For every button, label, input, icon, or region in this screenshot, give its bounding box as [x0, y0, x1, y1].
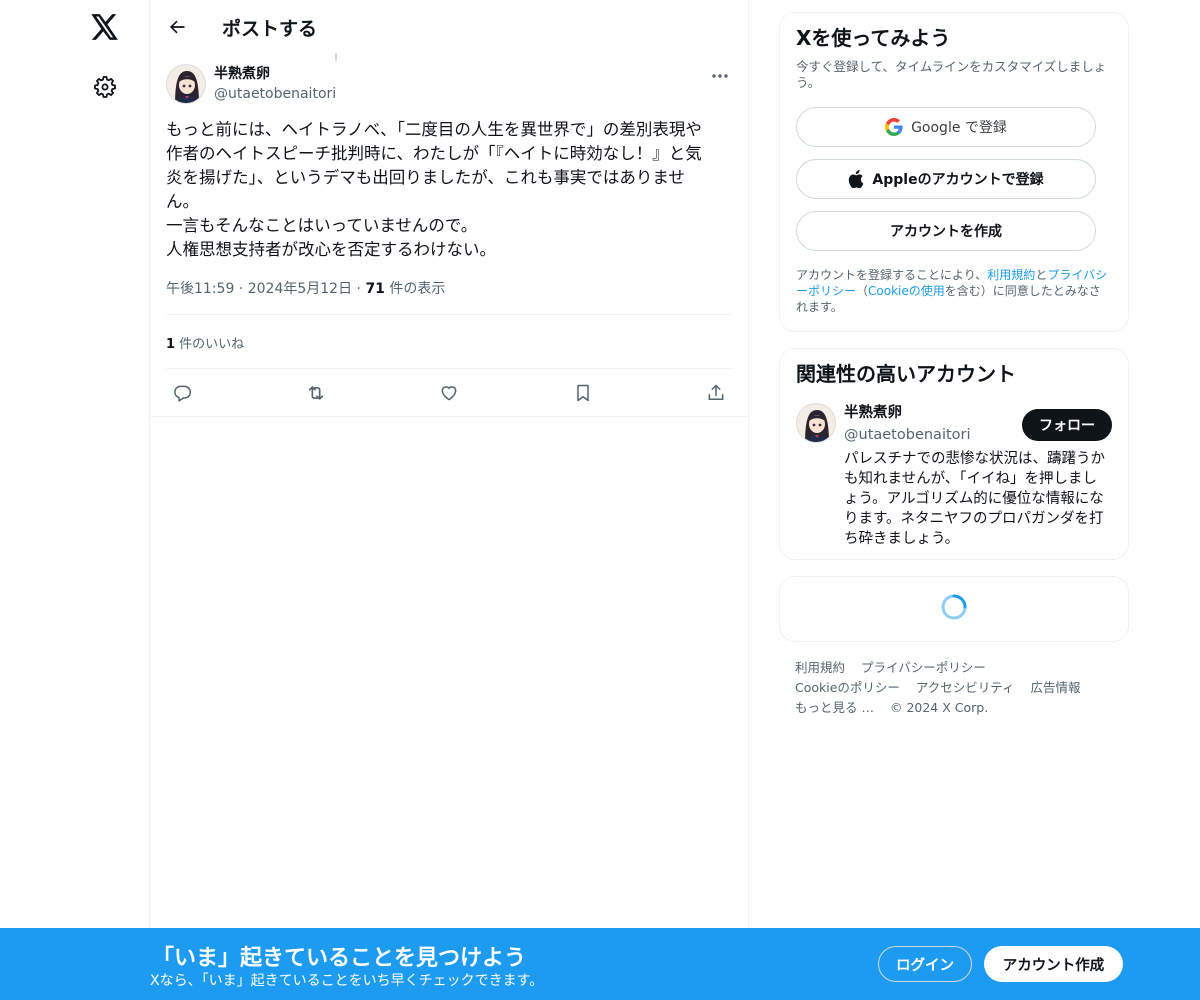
likes-count: 1: [166, 337, 176, 352]
apple-signup-button[interactable]: Appleのアカウントで登録: [796, 159, 1096, 199]
main-column: ポストする 半熟煮卵 @utaetobenaitori もっと前には、ヘイトラノ…: [150, 0, 749, 1000]
avatar[interactable]: [796, 403, 836, 443]
avatar[interactable]: [166, 64, 206, 104]
signup-button[interactable]: アカウント作成: [984, 946, 1123, 982]
share-icon[interactable]: [704, 381, 728, 405]
post-time[interactable]: 午後11:59: [166, 281, 234, 297]
bottom-banner: 「いま」起きていることを見つけよう Xなら、「いま」起きていることをいち早くチェ…: [0, 928, 1200, 1000]
legal-notice: アカウントを登録することにより、利用規約とプライバシーポリシー（Cookieの使…: [796, 267, 1112, 315]
more-options-icon[interactable]: [708, 66, 732, 86]
post-actions: [150, 369, 748, 417]
related-accounts-card: 関連性の高いアカウント 半熟煮卵 @utaetobenaitori パレスチナで…: [779, 348, 1129, 560]
back-arrow-icon[interactable]: [164, 14, 190, 40]
views-label: 件の表示: [384, 281, 446, 297]
banner-subtitle: Xなら、「いま」起きていることをいち早くチェックできます。: [150, 973, 544, 989]
left-rail: [0, 0, 150, 1000]
loading-card: [779, 576, 1129, 642]
related-account[interactable]: 半熟煮卵 @utaetobenaitori パレスチナでの悲惨な状況は、躊躇うか…: [796, 403, 1112, 549]
footer-accessibility[interactable]: アクセシビリティ: [916, 680, 1015, 695]
thread-connector: [335, 53, 337, 61]
banner-title: 「いま」起きていることを見つけよう: [152, 946, 527, 971]
google-signup-label: Google で登録: [911, 120, 1007, 136]
footer-terms[interactable]: 利用規約: [795, 660, 845, 675]
login-button[interactable]: ログイン: [878, 946, 972, 982]
legal-prefix: アカウントを登録することにより、: [796, 268, 988, 282]
gear-icon[interactable]: [90, 72, 120, 102]
legal-and: と: [1035, 268, 1048, 282]
create-account-label: アカウントを作成: [890, 224, 1002, 240]
signup-title: Xを使ってみよう: [796, 26, 951, 50]
likes-label: 件のいいね: [175, 337, 245, 352]
cookie-link[interactable]: Cookieの使用: [868, 284, 945, 298]
follow-button[interactable]: フォロー: [1022, 409, 1112, 441]
post-text: もっと前には、ヘイトラノベ、「二度目の人生を異世界で」の差別表現や 作者のヘイト…: [166, 120, 702, 259]
author-text: 半熟煮卵 @utaetobenaitori: [214, 64, 336, 104]
google-icon: [885, 118, 903, 136]
apple-signup-label: Appleのアカウントで登録: [872, 172, 1044, 188]
footer-cookie[interactable]: Cookieのポリシー: [795, 680, 900, 695]
create-account-button[interactable]: アカウントを作成: [796, 211, 1096, 251]
google-signup-button[interactable]: Google で登録: [796, 107, 1096, 147]
footer-more[interactable]: もっと見る …: [795, 700, 874, 715]
legal-paren: （: [856, 284, 869, 298]
author-name[interactable]: 半熟煮卵: [214, 64, 336, 84]
post-author: 半熟煮卵 @utaetobenaitori: [166, 64, 732, 104]
likes-summary[interactable]: 1 件のいいね: [166, 315, 732, 369]
meta-separator: ·: [238, 281, 248, 297]
post: 半熟煮卵 @utaetobenaitori もっと前には、ヘイトラノベ、「二度目…: [150, 64, 748, 417]
post-date[interactable]: 2024年5月12日: [248, 281, 352, 297]
repost-icon[interactable]: [304, 381, 328, 405]
loading-spinner-icon: [941, 594, 967, 620]
signup-card: Xを使ってみよう 今すぐ登録して、タイムラインをカスタマイズしましょう。 Goo…: [779, 12, 1129, 332]
x-logo-icon[interactable]: [88, 10, 122, 44]
page-title: ポストする: [222, 17, 318, 40]
author-handle[interactable]: @utaetobenaitori: [214, 84, 336, 104]
footer-ads[interactable]: 広告情報: [1031, 680, 1081, 695]
signup-subtitle: 今すぐ登録して、タイムラインをカスタマイズしましょう。: [796, 59, 1107, 90]
right-sidebar: Xを使ってみよう 今すぐ登録して、タイムラインをカスタマイズしましょう。 Goo…: [779, 12, 1129, 718]
views-count: 71: [365, 281, 385, 297]
reply-icon[interactable]: [170, 381, 194, 405]
post-meta: 午後11:59 · 2024年5月12日 · 71 件の表示: [166, 278, 732, 315]
page-header: ポストする: [150, 0, 748, 54]
footer-copyright: © 2024 X Corp.: [889, 700, 989, 715]
related-title: 関連性の高いアカウント: [796, 362, 1016, 386]
apple-icon: [848, 170, 864, 188]
footer-privacy[interactable]: プライバシーポリシー: [861, 660, 986, 675]
terms-link[interactable]: 利用規約: [987, 268, 1035, 282]
bookmark-icon[interactable]: [571, 381, 595, 405]
related-bio: パレスチナでの悲惨な状況は、躊躇うかも知れませんが、「イイね」を押しましょう。ア…: [844, 451, 1105, 547]
footer-links: 利用規約 プライバシーポリシー Cookieのポリシー アクセシビリティ 広告情…: [779, 658, 1129, 718]
like-icon[interactable]: [437, 381, 461, 405]
